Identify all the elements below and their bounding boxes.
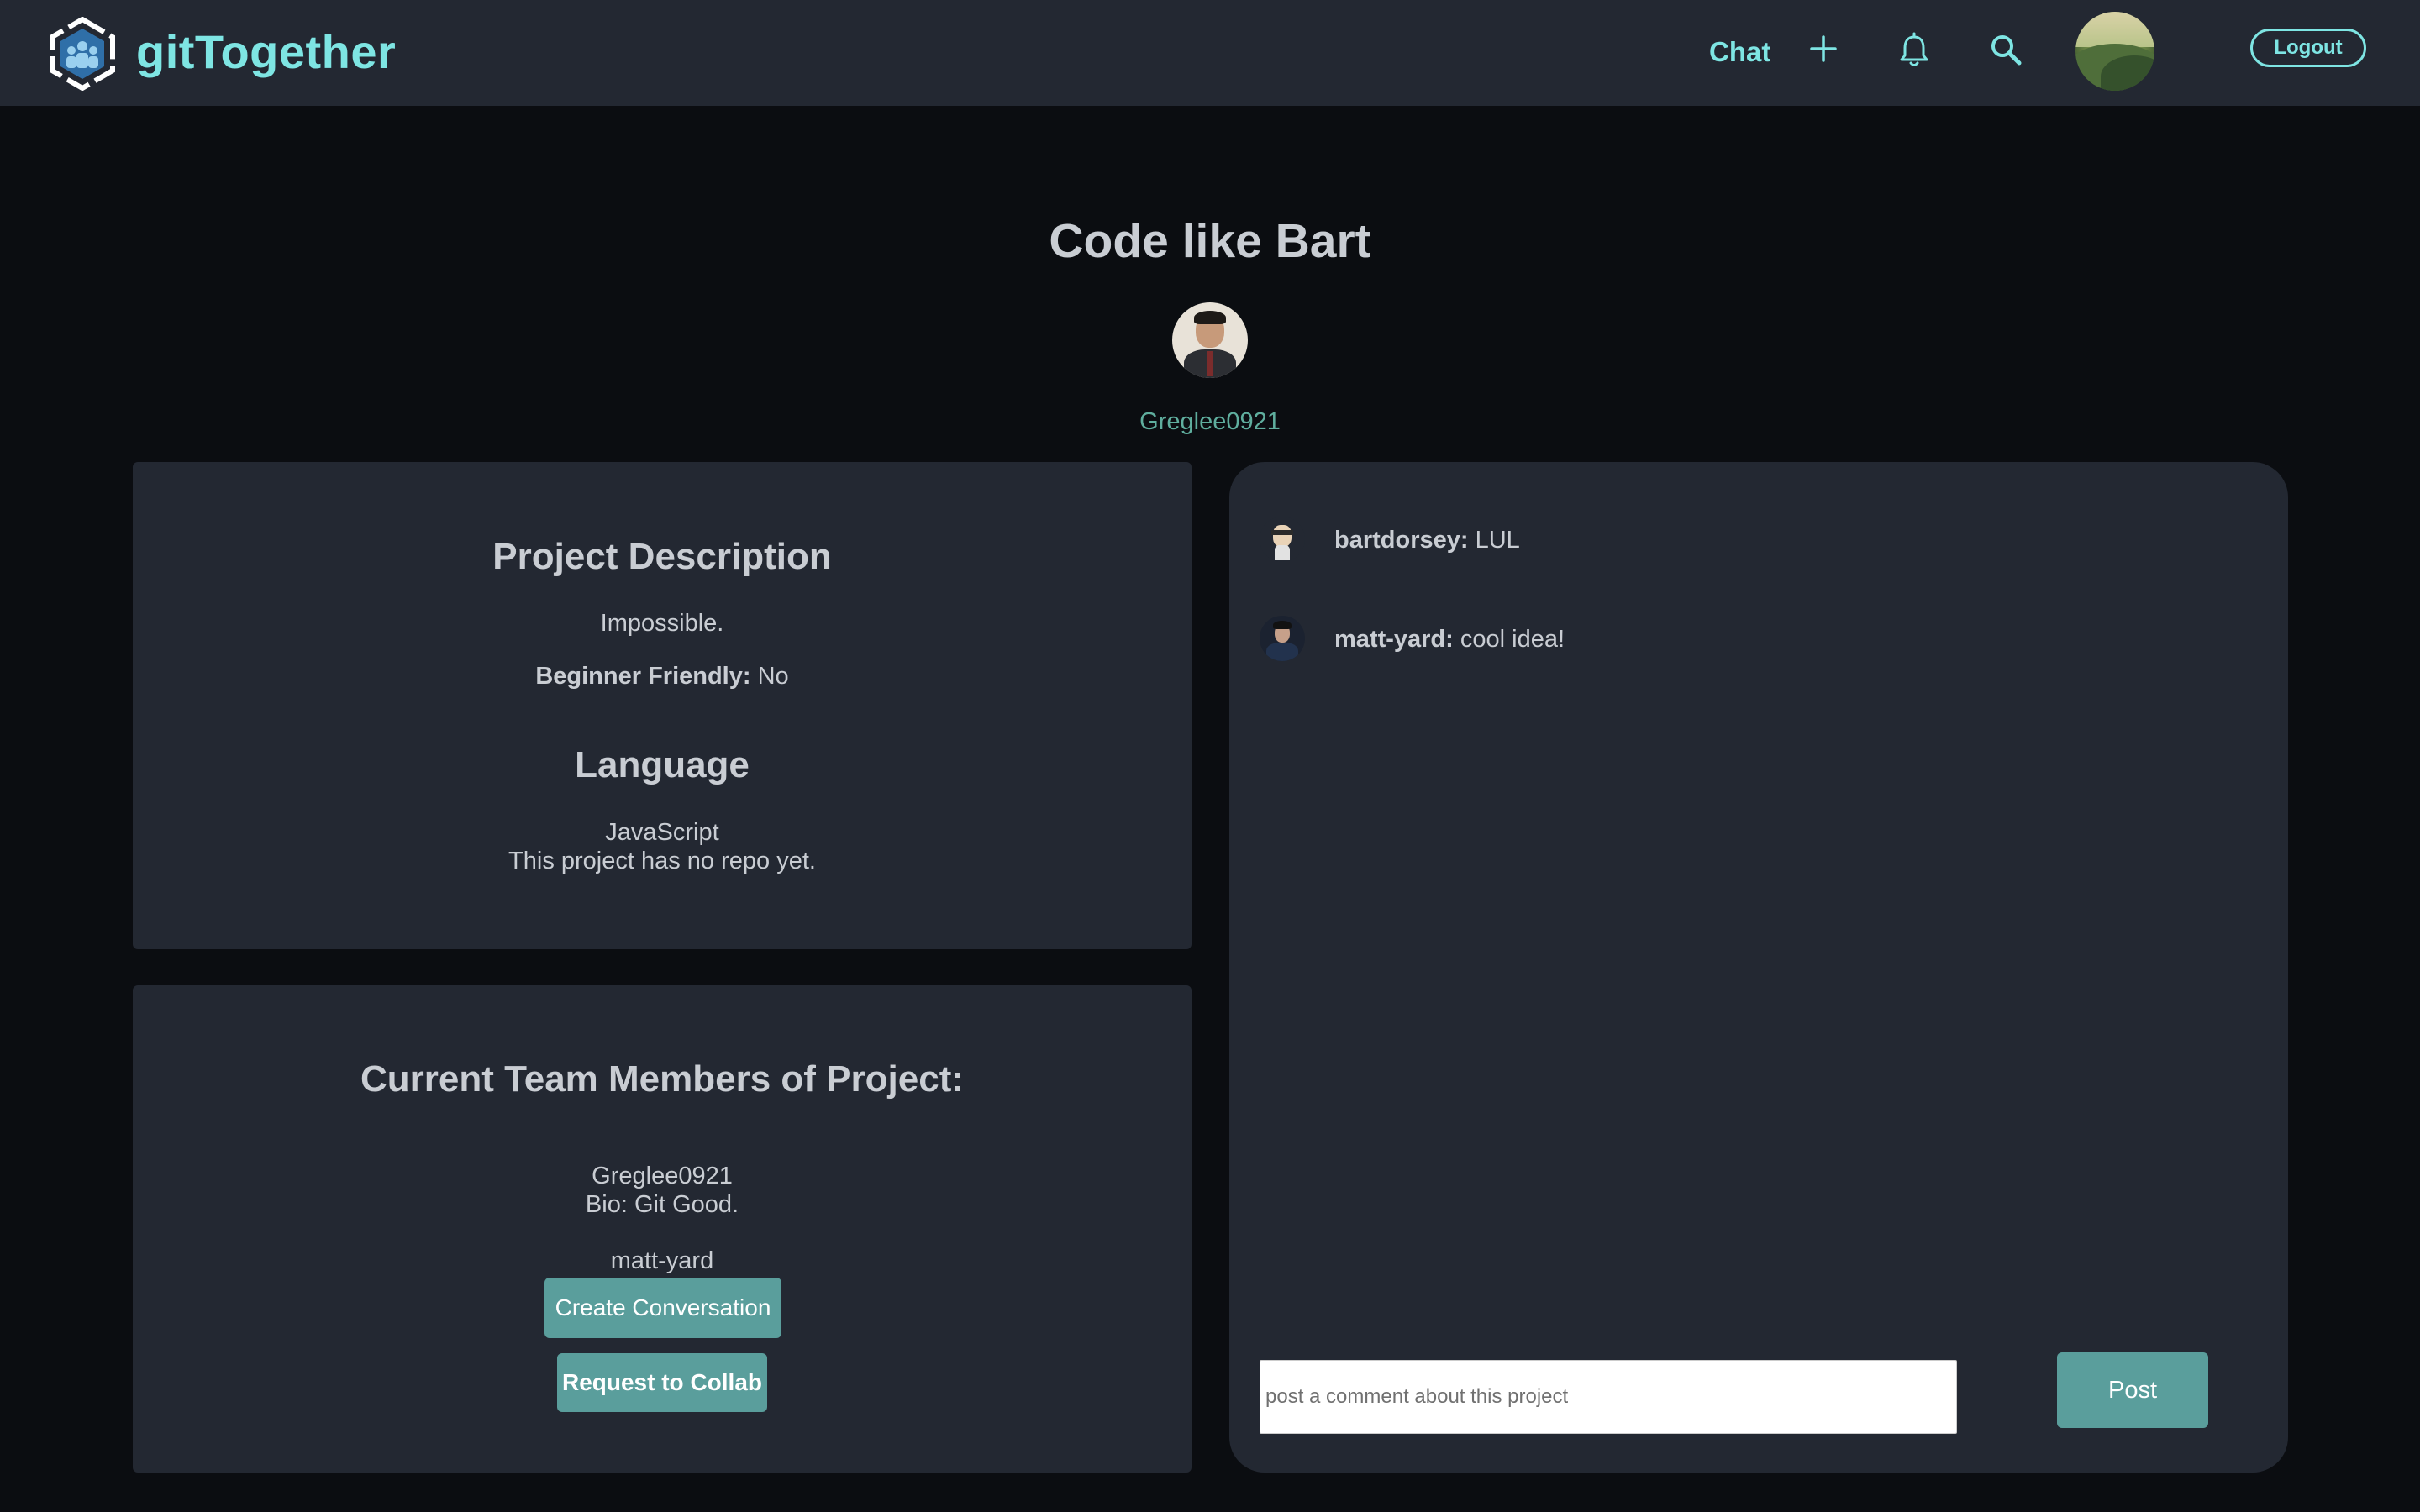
comment-input[interactable] <box>1260 1360 1957 1434</box>
beginner-friendly-row: Beginner Friendly: No <box>133 662 1192 691</box>
owner-avatar[interactable] <box>1172 302 1248 378</box>
brand-name[interactable]: gitTogether <box>136 22 396 82</box>
comment-author[interactable]: matt-yard: <box>1334 626 1454 653</box>
team-heading: Current Team Members of Project: <box>360 1058 964 1100</box>
project-title: Code like Bart <box>1049 214 1371 268</box>
owner-username-link[interactable]: Greglee0921 <box>0 407 2420 437</box>
logo-icon[interactable] <box>45 16 119 92</box>
commenter-avatar[interactable] <box>1260 517 1305 562</box>
plus-icon[interactable] <box>1807 32 1840 66</box>
beginner-friendly-label: Beginner Friendly: <box>535 663 751 690</box>
bell-icon[interactable] <box>1897 32 1931 69</box>
team-member-name: matt-yard <box>610 1247 714 1274</box>
comment-author[interactable]: bartdorsey: <box>1334 527 1469 554</box>
navbar: gitTogether Chat Logout <box>0 0 2420 106</box>
team-members-card: Current Team Members of Project: Greglee… <box>133 985 1192 1473</box>
project-description-card: Project Description Impossible. Beginner… <box>133 462 1192 949</box>
comment-body: LUL <box>1475 527 1520 554</box>
post-button[interactable]: Post <box>2057 1352 2208 1428</box>
language-heading: Language <box>575 744 750 785</box>
team-member-name: Greglee0921 <box>592 1163 733 1189</box>
comment-text: matt-yard: cool idea! <box>1334 624 1565 654</box>
team-member-bio: Bio: Git Good. <box>585 1191 739 1218</box>
request-collab-button[interactable]: Request to Collab <box>557 1353 767 1412</box>
nav-chat-link[interactable]: Chat <box>1709 34 1770 71</box>
user-avatar[interactable] <box>2075 12 2154 91</box>
language-value: JavaScript <box>605 819 719 846</box>
comment-body: cool idea! <box>1460 626 1565 653</box>
search-icon[interactable] <box>1988 32 2023 67</box>
comments-panel: bartdorsey: LUL matt-yard: cool idea! Po… <box>1229 462 2288 1473</box>
repo-status-text: This project has no repo yet. <box>508 848 816 874</box>
description-text: Impossible. <box>600 610 724 637</box>
beginner-friendly-value: No <box>757 663 789 690</box>
description-heading: Project Description <box>492 536 832 577</box>
comment-text: bartdorsey: LUL <box>1334 525 1520 555</box>
logout-button[interactable]: Logout <box>2250 29 2366 67</box>
create-conversation-button[interactable]: Create Conversation <box>544 1278 781 1338</box>
commenter-avatar[interactable] <box>1260 616 1305 661</box>
